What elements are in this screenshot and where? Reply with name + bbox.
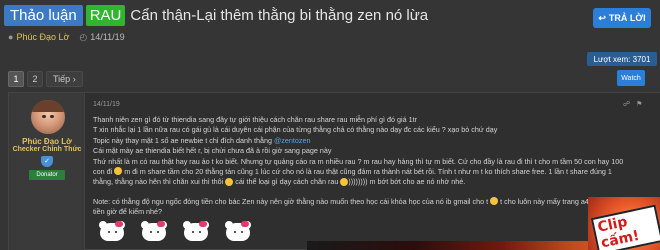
page-link-2[interactable]: 2 (27, 71, 43, 87)
hello-kitty-sticker (97, 221, 127, 243)
page-link-1[interactable]: 1 (8, 71, 24, 87)
post-user-title: Checker Chính Thức (12, 146, 82, 153)
thread-header: Thảo luận RAU Cẩn thận-Lại thêm thằng bi… (0, 0, 660, 66)
hello-kitty-sticker (223, 221, 253, 243)
post-line: Cái mặt mày ae thiendia biết hết r, bị c… (93, 146, 332, 156)
smiley-icon (340, 177, 349, 186)
post-line: con đi m đi m share tầm cho 20 thằng tán… (93, 167, 612, 177)
next-page-label: Tiếp (53, 74, 71, 84)
smiley-icon (490, 197, 499, 206)
pagination: 1 2 Tiếp › (8, 70, 83, 88)
post-actions: ☍ ⚑ (623, 100, 642, 108)
next-page-button[interactable]: Tiếp › (46, 71, 83, 87)
reply-icon: ↩ (598, 12, 606, 23)
post-line: thằng, thằng nào hên thì chăn xui thì th… (93, 177, 466, 187)
post-line: Thứ nhất là m có rau thật hay rau ảo t k… (93, 156, 624, 166)
donator-badge: Donator (29, 170, 65, 180)
post-line: T xin nhắc lại 1 lần nữa rau có gái gủ l… (93, 125, 498, 135)
thread-author[interactable]: Phúc Đạo Lờ (16, 32, 69, 42)
post-body: 14/11/19 ☍ ⚑ Thanh niên zen gì đó từ thi… (93, 93, 660, 250)
user-icon: ● (8, 32, 14, 42)
post-note: Note: có thằng độ ngu ngốc đóng tiền cho… (93, 197, 653, 218)
prefix-thao-luan[interactable]: Thảo luận (4, 4, 83, 26)
smiley-icon (225, 177, 234, 186)
mention-link[interactable]: @zentozen (274, 136, 310, 145)
thread-title: Cẩn thận-Lại thêm thằng bi thằng zen nó … (130, 6, 429, 24)
clip-cam-sticker: Clip cấm! (588, 197, 660, 250)
note-line: tiền giờ để kiếm nhé? (93, 207, 163, 217)
avatar[interactable] (31, 100, 65, 134)
prefix-rau[interactable]: RAU (85, 4, 126, 26)
reply-button[interactable]: ↩ TRẢ LỜI (593, 8, 651, 28)
post-line: Thanh niên zen gì đó từ thiendia sang đâ… (93, 115, 417, 124)
post: Phúc Đạo Lờ Checker Chính Thức ✓ Donator… (8, 92, 660, 250)
thread-title-row: Thảo luận RAU Cẩn thận-Lại thêm thằng bi… (4, 2, 428, 28)
hello-kitty-sticker (181, 221, 211, 243)
reply-button-label: TRẢ LỜI (608, 13, 646, 23)
thread-date[interactable]: 14/11/19 (90, 32, 124, 42)
views-badge: Lượt xem: 3701 (587, 52, 657, 66)
post-username[interactable]: Phúc Đạo Lờ (9, 137, 85, 146)
post-content: Thanh niên zen gì đó từ thiendia sang đâ… (93, 115, 653, 188)
thread-meta: ● Phúc Đạo Lờ ◴ 14/11/19 (8, 30, 125, 44)
clip-cam-label: Clip cấm! (590, 204, 660, 250)
post-line: Topic này thay mặt 1 số ae newbie t chỉ … (93, 135, 311, 145)
note-line: Note: có thằng độ ngu ngốc đóng tiền cho… (93, 197, 616, 206)
share-icon[interactable]: ☍ (623, 100, 630, 108)
post-user-panel: Phúc Đạo Lờ Checker Chính Thức ✓ Donator (9, 93, 85, 250)
bookmark-icon[interactable]: ⚑ (636, 100, 642, 108)
smiley-icon (114, 167, 123, 176)
clock-icon: ◴ (79, 31, 88, 42)
shield-icon: ✓ (41, 156, 53, 167)
hello-kitty-sticker (139, 221, 169, 243)
watch-button[interactable]: Watch (617, 70, 645, 86)
chevron-right-icon: › (70, 74, 76, 84)
post-date[interactable]: 14/11/19 (93, 101, 120, 108)
